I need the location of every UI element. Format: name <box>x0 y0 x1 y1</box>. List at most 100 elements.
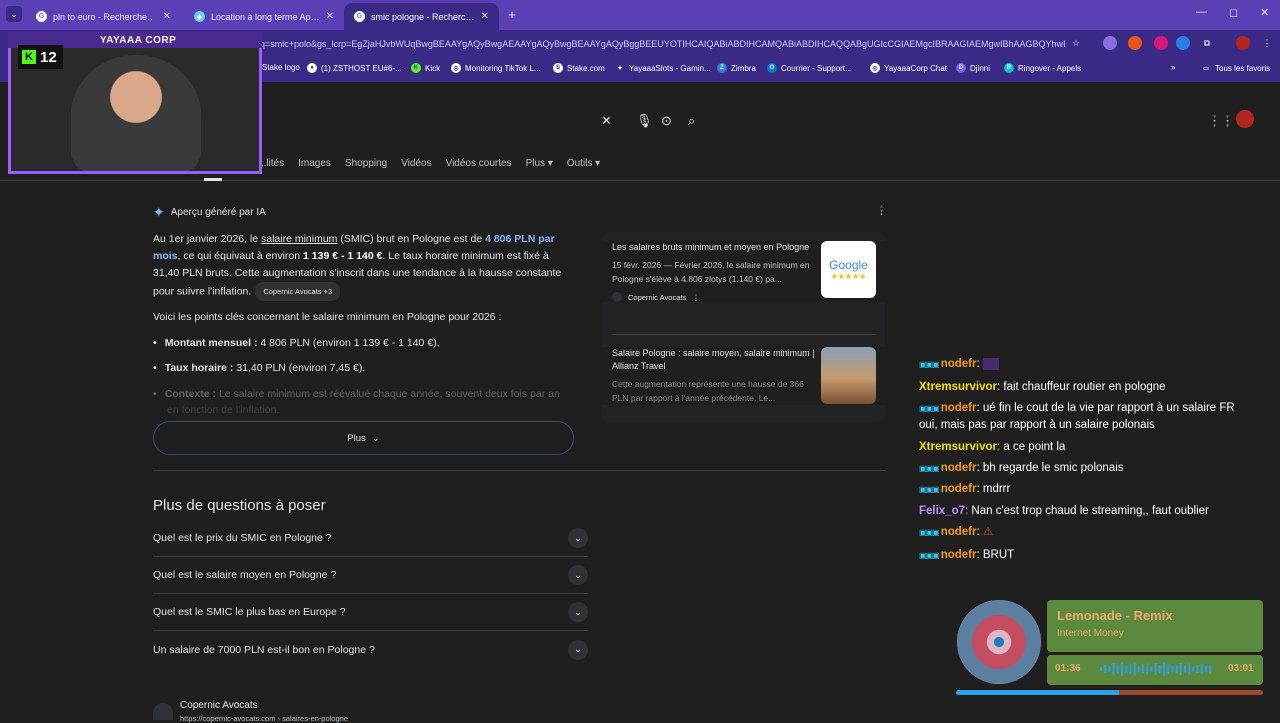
stars-icon: ★★★★★ <box>830 272 867 281</box>
divider <box>612 334 876 335</box>
address-bar[interactable]: oq=smic+polo&gs_lcrp=EgZjaHJvbWUqBwgBEAA… <box>255 34 1065 54</box>
extensions-puzzle-icon[interactable]: ⧉ <box>1200 36 1214 50</box>
close-tab-icon[interactable]: ✕ <box>326 11 334 22</box>
more-options-icon[interactable]: ⋮ <box>692 293 700 302</box>
tab-smic-pologne[interactable]: G smic pologne - Recherche Goo ✕ <box>344 3 499 30</box>
badges-icon: ▣▣▣ <box>919 360 940 369</box>
salaire-minimum-link[interactable]: salaire minimum <box>261 233 337 245</box>
bookmark-item[interactable]: D Djinni <box>956 63 990 73</box>
profile-avatar[interactable] <box>1236 36 1250 50</box>
result-url[interactable]: https://copernic-avocats.com › salaires-… <box>180 714 348 723</box>
chevron-down-icon: ⌄ <box>568 602 588 622</box>
waveform-bar <box>1192 666 1195 672</box>
bookmark-item[interactable]: ✦ YayaaaSlots - Gamin... <box>615 63 711 73</box>
album-art-disc <box>957 600 1041 684</box>
clear-icon[interactable]: ✕ <box>601 113 612 129</box>
apps-grid-icon[interactable]: ⋮⋮ <box>1208 113 1234 129</box>
extension-icon[interactable] <box>1176 36 1190 50</box>
more-menu-icon[interactable]: ⋮ <box>1260 36 1274 50</box>
badges-icon: ▣▣▣ <box>919 485 940 494</box>
bookmark-item[interactable]: Z Zimbra <box>717 63 756 73</box>
result-site-name[interactable]: Copernic Avocats <box>180 700 258 711</box>
stake-icon: S <box>553 63 563 73</box>
new-tab-button[interactable]: + <box>505 8 519 22</box>
bookmark-item[interactable]: ◎ YayaaaCorp Chat <box>870 63 947 73</box>
lens-icon[interactable]: ⊙ <box>661 113 672 129</box>
account-avatar[interactable] <box>1236 110 1254 128</box>
waveform-bar <box>1179 663 1182 675</box>
star-icon[interactable]: ☆ <box>1069 36 1083 50</box>
question-text: Quel est le salaire moyen en Pologne ? <box>153 569 337 581</box>
show-more-button[interactable]: Plus ⌄ <box>153 421 574 455</box>
close-window-icon[interactable]: ✕ <box>1260 6 1269 19</box>
bookmark-item[interactable]: R Ringover - Appels <box>1004 63 1081 73</box>
kick-logo-icon: K <box>22 50 36 64</box>
bookmark-item[interactable]: S Stake.com <box>553 63 605 73</box>
tab-short-videos[interactable]: Vidéos courtes <box>446 158 512 174</box>
extension-icon[interactable] <box>1128 36 1142 50</box>
tab-location[interactable]: ◆ Location à long terme Appartem ✕ <box>184 3 344 30</box>
bookmark-item[interactable]: O Courrier - Support... <box>767 63 852 73</box>
paa-question[interactable]: Quel est le prix du SMIC en Pologne ? ⌄ <box>153 520 588 557</box>
bookmark-item[interactable]: ◎ Monitoring TikTok L... <box>451 63 541 73</box>
chat-message: ▣▣▣ nodefr: <box>919 356 1249 373</box>
bookmark-item[interactable]: ● (1) ZSTHOST EU#6-... <box>307 63 402 73</box>
track-title: Lemonade - Remix <box>1057 608 1173 623</box>
bookmark-item[interactable]: Stake logo <box>262 63 300 72</box>
chat-text: BRUT <box>982 549 1015 561</box>
bullet-monthly: Montant mensuel : 4 806 PLN (environ 1 1… <box>153 337 440 349</box>
viewer-count: 12 <box>40 48 57 66</box>
paa-question[interactable]: Un salaire de 7000 PLN est-il bon en Pol… <box>153 631 588 668</box>
chat-username: nodefr <box>940 402 977 414</box>
chat-message: ▣▣▣ nodefr: bh regarde le smic polonais <box>919 460 1249 477</box>
star-bookmark-icon: ✦ <box>617 65 623 72</box>
bullet-hourly: Taux horaire : 31,40 PLN (environ 7,45 €… <box>153 362 366 374</box>
waveform-bar <box>1154 663 1157 675</box>
source-card[interactable]: Salaire Pologne : salaire moyen, salaire… <box>602 347 885 405</box>
chat-message: ▣▣▣ nodefr: BRUT <box>919 547 1249 564</box>
source-chip[interactable]: Copernic Avocats +3 <box>255 282 341 301</box>
tab-images[interactable]: Images <box>298 158 331 174</box>
bookmark-label: YayaaaSlots - Gamin... <box>629 63 711 73</box>
extension-icon[interactable] <box>1154 36 1168 50</box>
bullet-context-continued: en fonction de l'inflation. <box>167 404 280 416</box>
minimize-icon[interactable]: — <box>1196 6 1207 18</box>
google-favicon-icon: G <box>36 11 47 22</box>
folder-icon: ▭ <box>1203 65 1209 72</box>
close-tab-icon[interactable]: ✕ <box>481 11 489 22</box>
divider <box>0 180 1280 181</box>
chevron-down-icon: ⌄ <box>568 565 588 585</box>
tab-search-button[interactable]: ⌄ <box>6 6 22 22</box>
more-options-icon[interactable]: ⋮ <box>876 204 887 217</box>
paa-question[interactable]: Quel est le SMIC le plus bas en Europe ?… <box>153 594 588 631</box>
bookmark-item[interactable]: K Kick <box>411 63 440 73</box>
globe-icon: ◎ <box>451 63 461 73</box>
source-card[interactable]: Les salaires bruts minimum et moyen en P… <box>602 241 885 302</box>
bookmark-label: Ringover - Appels <box>1018 63 1082 73</box>
question-text: Quel est le SMIC le plus bas en Europe ? <box>153 606 346 618</box>
bookmarks-overflow-button[interactable]: » <box>1171 63 1175 72</box>
text: , ce qui équivaut à environ <box>177 250 304 262</box>
tab-shopping[interactable]: Shopping <box>345 158 387 174</box>
tab-tools[interactable]: Outils ▾ <box>567 158 600 174</box>
microphone-icon[interactable]: 🎙︎ <box>636 113 653 129</box>
maximize-icon[interactable]: ◻ <box>1229 6 1238 19</box>
site-favicon-icon <box>153 703 173 720</box>
waveform-bar <box>1167 664 1170 674</box>
extension-icon[interactable] <box>1103 36 1117 50</box>
source-title: Salaire Pologne : salaire moyen, salaire… <box>612 348 815 371</box>
bookmark-icon: ● <box>307 63 317 73</box>
badges-icon: ▣▣▣ <box>919 404 940 413</box>
chat-message: Xtremsurvivor: fait chauffeur routier en… <box>919 381 1166 393</box>
paa-question[interactable]: Quel est le salaire moyen en Pologne ? ⌄ <box>153 557 588 594</box>
chat-username: nodefr <box>940 526 977 538</box>
chevron-down-icon: ⌄ <box>568 639 588 660</box>
tab-more[interactable]: Plus ▾ <box>526 158 553 174</box>
search-icon[interactable]: ⌕ <box>688 113 695 129</box>
all-favorites[interactable]: ▭ Tous les favoris <box>1201 63 1270 73</box>
tab-pln-to-euro[interactable]: G pln to euro - Recherche Google ✕ <box>26 3 181 30</box>
waveform-bar <box>1184 665 1186 673</box>
close-tab-icon[interactable]: ✕ <box>163 11 171 22</box>
tab-videos[interactable]: Vidéos <box>401 158 431 174</box>
active-tab-indicator <box>204 178 222 181</box>
